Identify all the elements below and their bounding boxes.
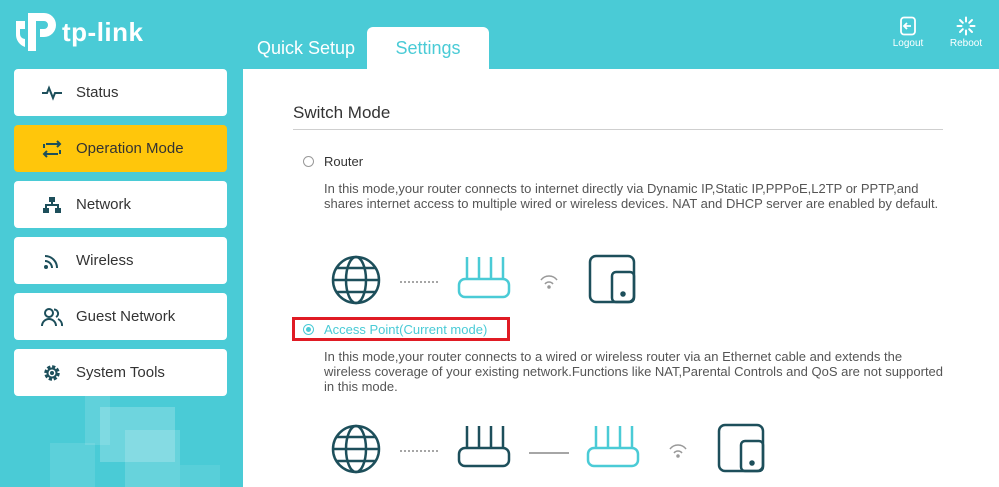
pulse-icon [40,81,64,105]
wifi-signal-icon [669,444,687,458]
sidebar-item-network[interactable]: Network [14,181,227,228]
sidebar-item-label: Operation Mode [76,140,184,157]
title-divider [293,129,943,130]
gear-icon [40,361,64,385]
router-mode-diagram [331,254,636,305]
sidebar-item-label: Guest Network [76,308,176,325]
reboot-label: Reboot [949,38,983,49]
decorative-pattern [50,395,220,487]
router-radio[interactable] [303,156,314,167]
sidebar-item-label: System Tools [76,364,165,381]
router-description: In this mode,your router connects to int… [324,181,939,211]
tablet-phone-icon [717,423,765,473]
logout-label: Logout [892,38,924,49]
network-tree-icon [40,193,64,217]
tablet-phone-icon [588,254,636,304]
sidebar-item-guest-network[interactable]: Guest Network [14,293,227,340]
router-device-icon [457,257,511,299]
globe-icon [331,424,381,474]
tab-settings[interactable]: Settings [367,27,489,69]
sidebar-item-label: Wireless [76,252,134,269]
sidebar-item-label: Network [76,196,132,213]
switch-arrows-icon [40,137,64,161]
logout-icon [900,16,916,36]
access-point-mode-diagram [331,423,765,474]
main-panel: Switch Mode Router In this mode,your rou… [243,69,999,487]
logout-button[interactable]: Logout [886,16,930,49]
sidebar-item-status[interactable]: Status [14,69,227,116]
tp-link-logo: tp-link [14,9,144,55]
guests-icon [40,305,64,329]
access-point-router-icon [586,426,640,468]
router-label: Router [324,154,364,169]
wifi-signal-icon [540,275,558,289]
reboot-icon [956,16,976,36]
sidebar-item-label: Status [76,84,119,101]
access-point-description: In this mode,your router connects to a w… [324,349,944,394]
sidebar-item-operation-mode[interactable]: Operation Mode [14,125,227,172]
reboot-button[interactable]: Reboot [944,16,988,49]
logo-text: tp-link [62,16,144,47]
page-title: Switch Mode [293,103,391,122]
sidebar: Status Operation Mode Network Wireless G… [14,69,227,405]
wifi-icon [40,249,64,273]
current-mode-highlight [292,317,510,341]
sidebar-item-system-tools[interactable]: System Tools [14,349,227,396]
globe-icon [331,255,381,305]
tab-quick-setup[interactable]: Quick Setup [250,27,362,69]
sidebar-item-wireless[interactable]: Wireless [14,237,227,284]
tp-link-logo-icon [15,13,56,51]
main-router-icon [457,426,511,468]
router-option[interactable]: Router [303,154,363,169]
